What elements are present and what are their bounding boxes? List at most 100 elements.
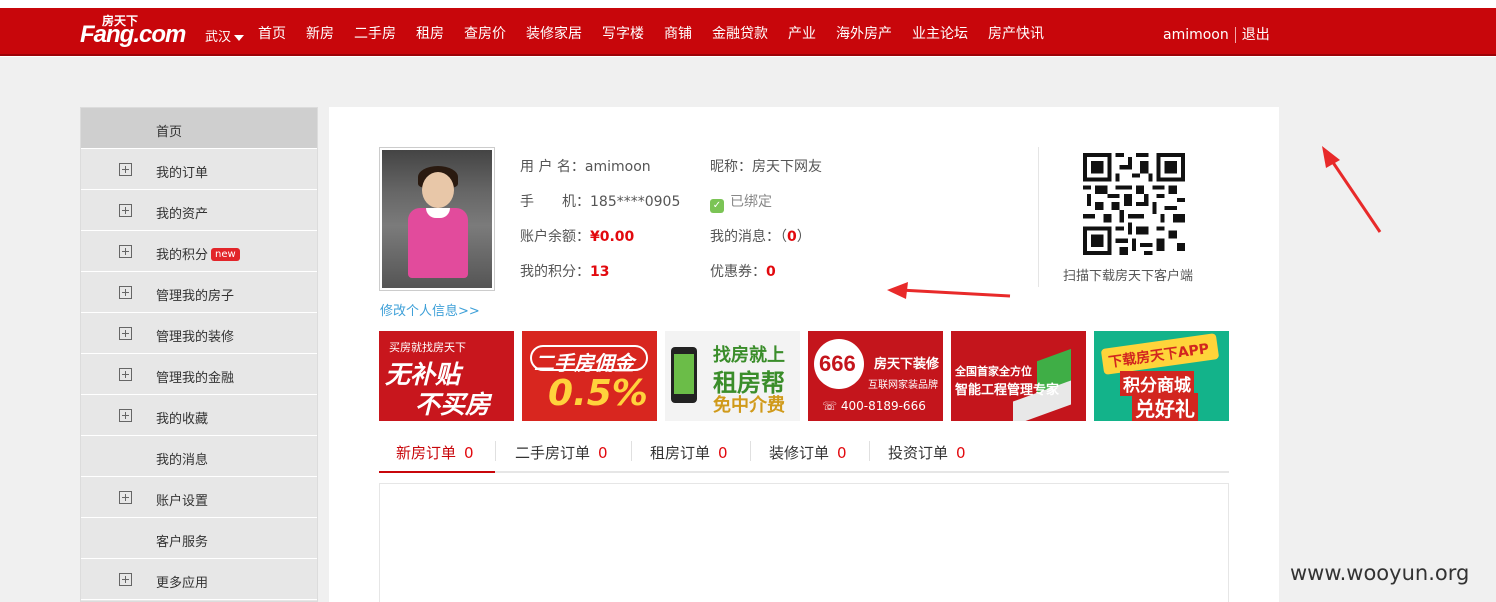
tab-count: 0 xyxy=(837,444,847,462)
messages-close-paren: ） xyxy=(796,229,811,245)
edit-profile-link[interactable]: 修改个人信息>> xyxy=(380,300,480,319)
expand-icon[interactable] xyxy=(119,163,132,176)
banner-text: 0.5% xyxy=(548,373,648,414)
expand-icon[interactable] xyxy=(119,327,132,340)
banner-decoration[interactable]: 666 房天下装修 互联网家装品牌 ☏ 400-8189-666 xyxy=(808,331,943,421)
nav-item[interactable]: 装修家居 xyxy=(526,23,582,43)
banner-engineering[interactable]: 全国首家全方位 智能工程管理专家 xyxy=(951,331,1086,421)
username-label: 用 户 名： xyxy=(520,159,585,175)
tab-label: 装修订单 xyxy=(769,444,830,462)
divider xyxy=(750,441,751,461)
expand-icon[interactable] xyxy=(119,409,132,422)
tab-second-hand-orders[interactable]: 二手房订单 0 xyxy=(515,442,608,463)
sidebar-item-more-apps[interactable]: 更多应用 xyxy=(81,559,317,600)
messages-count[interactable]: 0 xyxy=(787,229,797,245)
banner-text: 兑好礼 xyxy=(1132,393,1198,421)
banner-app[interactable]: 下载房天下APP 积分商城 兑好礼 xyxy=(1094,331,1229,421)
balance-label: 账户余额： xyxy=(520,229,590,245)
sidebar-item-label: 客户服务 xyxy=(156,535,209,550)
annotation-arrow xyxy=(1328,157,1382,233)
expand-icon[interactable] xyxy=(119,245,132,258)
qr-code xyxy=(1083,153,1185,255)
balance-value[interactable]: ¥0.00 xyxy=(590,229,634,245)
sidebar-item-points[interactable]: 我的积分 new xyxy=(81,231,317,272)
nav-item[interactable]: 金融贷款 xyxy=(712,23,768,43)
expand-icon[interactable] xyxy=(119,368,132,381)
nav-item[interactable]: 产业 xyxy=(788,23,816,43)
sidebar-item-label: 管理我的房子 xyxy=(156,289,235,304)
sidebar-item-home[interactable]: 首页 xyxy=(81,108,317,149)
expand-icon[interactable] xyxy=(119,491,132,504)
user-area: amimoon 退出 xyxy=(1163,24,1270,44)
expand-icon[interactable] xyxy=(119,286,132,299)
sidebar-item-manage-house[interactable]: 管理我的房子 xyxy=(81,272,317,313)
tab-label: 新房订单 xyxy=(396,444,457,462)
tab-count: 0 xyxy=(464,444,474,462)
nav-bar: 房天下 Fang.com 武汉 首页 新房 二手房 租房 查房价 装修家居 写字… xyxy=(0,8,1496,56)
sidebar: 首页 我的订单 我的资产 我的积分 new 管理我的房子 管理我的装修 管理我的金… xyxy=(80,107,318,602)
coupons-field: 优惠券：0 xyxy=(710,261,776,281)
phone-value: 185****0905 xyxy=(590,194,681,210)
city-selector[interactable]: 武汉 xyxy=(205,26,245,45)
username-field: 用 户 名：amimoon xyxy=(520,156,651,176)
banner-text: 二手房佣金 xyxy=(534,351,634,375)
phone-number: 400-8189-666 xyxy=(840,399,926,413)
nav-item[interactable]: 商铺 xyxy=(664,23,692,43)
banner-text: 买房就找房天下 xyxy=(389,341,466,354)
nickname-label: 昵称： xyxy=(710,159,752,175)
nav-item[interactable]: 写字楼 xyxy=(602,23,644,43)
nav-item[interactable]: 新房 xyxy=(306,23,334,43)
badge-666: 666 xyxy=(814,339,864,389)
nav-item[interactable]: 租房 xyxy=(416,23,444,43)
sidebar-item-manage-finance[interactable]: 管理我的金融 xyxy=(81,354,317,395)
nickname-value: 房天下网友 xyxy=(752,159,822,175)
tab-new-house-orders[interactable]: 新房订单 0 xyxy=(396,442,474,463)
banner-commission[interactable]: 二手房佣金 0.5% xyxy=(522,331,657,421)
arrow-head xyxy=(1322,146,1340,168)
sidebar-item-manage-decoration[interactable]: 管理我的装修 xyxy=(81,313,317,354)
sidebar-item-customer-service[interactable]: 客户服务 xyxy=(81,518,317,559)
photo-head xyxy=(422,172,454,208)
sidebar-item-account-settings[interactable]: 账户设置 xyxy=(81,477,317,518)
coupons-value[interactable]: 0 xyxy=(766,264,776,280)
logout-link[interactable]: 退出 xyxy=(1242,27,1270,43)
tab-rental-orders[interactable]: 租房订单 0 xyxy=(650,442,728,463)
avatar[interactable] xyxy=(379,147,495,291)
points-label: 我的积分： xyxy=(520,264,590,280)
tab-decoration-orders[interactable]: 装修订单 0 xyxy=(769,442,847,463)
banner-subsidy[interactable]: 买房就找房天下 无补贴 不买房 xyxy=(379,331,514,421)
nav-item[interactable]: 业主论坛 xyxy=(912,23,968,43)
phone-screen xyxy=(674,354,694,394)
nav-item[interactable]: 首页 xyxy=(258,23,286,43)
sidebar-item-messages[interactable]: 我的消息 xyxy=(81,436,317,477)
nav-item[interactable]: 二手房 xyxy=(354,23,396,43)
divider xyxy=(495,441,496,461)
tab-label: 租房订单 xyxy=(650,444,711,462)
sidebar-item-orders[interactable]: 我的订单 xyxy=(81,149,317,190)
orders-content xyxy=(379,483,1229,602)
balance-field: 账户余额：¥0.00 xyxy=(520,226,634,246)
nav-item[interactable]: 查房价 xyxy=(464,23,506,43)
logo-en: Fang.com xyxy=(80,21,186,48)
check-icon: ✓ xyxy=(710,199,724,213)
points-value[interactable]: 13 xyxy=(590,264,609,280)
expand-icon[interactable] xyxy=(119,573,132,586)
expand-icon[interactable] xyxy=(119,204,132,217)
nickname-field: 昵称：房天下网友 xyxy=(710,156,822,176)
banner-text: 智能工程管理专家 xyxy=(955,383,1060,398)
watermark: www.wooyun.org xyxy=(1290,561,1470,585)
tab-investment-orders[interactable]: 投资订单 0 xyxy=(888,442,966,463)
messages-label: 我的消息：（ xyxy=(710,229,787,245)
username-link[interactable]: amimoon xyxy=(1163,27,1229,43)
nav-item[interactable]: 海外房产 xyxy=(836,23,892,43)
sidebar-item-assets[interactable]: 我的资产 xyxy=(81,190,317,231)
badge-text: 666 xyxy=(819,351,856,376)
nav-item[interactable]: 房产快讯 xyxy=(988,23,1044,43)
divider xyxy=(869,441,870,461)
sidebar-item-favorites[interactable]: 我的收藏 xyxy=(81,395,317,436)
banner-rental[interactable]: 找房就上 租房帮 免中介费 xyxy=(665,331,800,421)
sidebar-item-label: 首页 xyxy=(156,125,183,140)
sidebar-item-label: 更多应用 xyxy=(156,576,209,591)
sidebar-item-label: 我的订单 xyxy=(156,166,209,181)
phone-field: 手 机：185****0905 xyxy=(520,191,680,211)
